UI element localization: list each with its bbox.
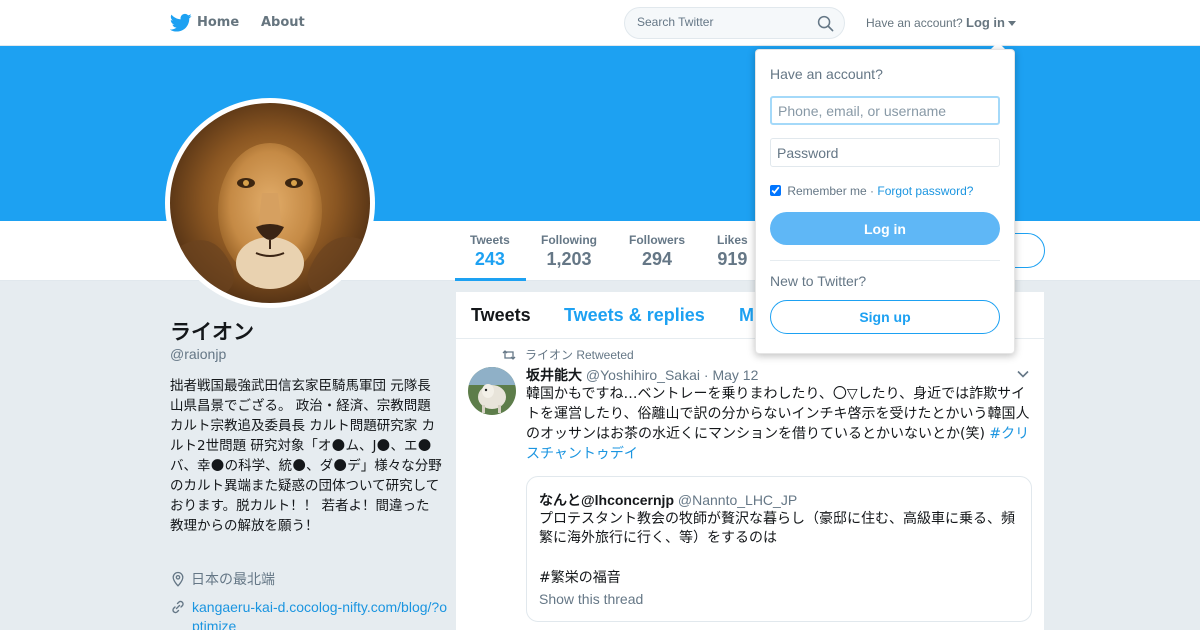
login-menu-link[interactable]: Log in — [966, 15, 1005, 30]
quote-header: なんと@lhconcernjp @Nannto_LHC_JP — [539, 490, 797, 510]
new-to-twitter-text: New to Twitter? — [770, 273, 867, 289]
tweet-date[interactable]: · May 12 — [704, 367, 758, 383]
retweet-context[interactable]: ライオン Retweeted — [502, 346, 634, 363]
signup-button[interactable]: Sign up — [770, 300, 1000, 334]
stat-value: 243 — [474, 249, 505, 269]
nav-home-link[interactable]: Home — [197, 15, 239, 30]
profile-name[interactable]: ライオン — [170, 316, 254, 346]
twitter-bird-icon[interactable] — [170, 13, 192, 33]
search-input[interactable] — [637, 15, 807, 29]
tweet-header: 坂井能大 @Yoshihiro_Sakai · May 12 — [526, 365, 758, 385]
divider — [770, 260, 1000, 261]
nav-about-link[interactable]: About — [261, 15, 305, 30]
profile-avatar[interactable] — [165, 98, 375, 308]
search-box[interactable] — [624, 7, 845, 39]
stat-likes[interactable]: Likes 919 — [717, 233, 748, 270]
stat-label: Tweets — [470, 233, 510, 247]
tweet-body: 韓国かもですね…ベントレーを乗りまわしたり、〇▽したり、身近では詐欺サイトを運営… — [526, 386, 1030, 442]
tweet-author-avatar[interactable] — [468, 367, 516, 415]
quoted-tweet[interactable]: なんと@lhconcernjp @Nannto_LHC_JP プロテスタント教会… — [526, 476, 1032, 622]
password-field[interactable] — [770, 138, 1000, 167]
location-pin-icon — [172, 571, 184, 587]
remember-label[interactable]: Remember me — [787, 184, 866, 198]
tweet-text: 韓国かもですね…ベントレーを乗りまわしたり、〇▽したり、身近では詐欺サイトを運営… — [526, 384, 1031, 464]
remember-checkbox[interactable] — [770, 185, 781, 196]
forgot-password-link[interactable]: Forgot password? — [877, 184, 973, 198]
stat-label: Followers — [629, 233, 686, 247]
retweet-by-text: ライオン Retweeted — [525, 348, 634, 362]
separator-dot: · — [870, 184, 875, 198]
stat-tweets[interactable]: Tweets 243 — [470, 233, 510, 270]
stat-value: 919 — [717, 249, 748, 269]
tab-tweets[interactable]: Tweets — [471, 305, 531, 326]
show-thread-link[interactable]: Show this thread — [539, 591, 643, 607]
profile-location: 日本の最北端 — [170, 569, 275, 589]
link-icon — [172, 600, 184, 614]
quote-author-name: なんと@lhconcernjp — [539, 492, 674, 508]
location-text: 日本の最北端 — [191, 572, 275, 588]
tweet-author-handle[interactable]: @Yoshihiro_Sakai — [586, 367, 700, 383]
quote-text: プロテスタント教会の牧師が贅沢な暮らし（豪邸に住む、高級車に乗る、頻繁に海外旅行… — [539, 511, 1015, 546]
dropdown-title: Have an account? — [770, 66, 883, 82]
retweet-icon — [502, 350, 516, 360]
stat-value: 294 — [641, 249, 673, 269]
stat-value: 1,203 — [546, 249, 592, 269]
tab-media[interactable]: M — [739, 305, 754, 326]
active-stat-underline — [455, 278, 526, 281]
tweet-author-name[interactable]: 坂井能大 — [526, 367, 582, 383]
stat-label: Following — [541, 233, 597, 247]
profile-bio: 拙者戦国最強武田信玄家臣騎馬軍団 元隊長山県昌景でござる。 政治・経済、宗教問題… — [170, 378, 442, 534]
profile-handle[interactable]: @raionjp — [170, 346, 226, 362]
login-dropdown: Have an account? Remember me · Forgot pa… — [755, 49, 1015, 354]
quote-author-handle: @Nannto_LHC_JP — [677, 492, 798, 508]
login-button[interactable]: Log in — [770, 212, 1000, 245]
stat-following[interactable]: Following 1,203 — [541, 233, 597, 270]
tab-tweets-replies[interactable]: Tweets & replies — [564, 305, 705, 326]
url-link[interactable]: kangaeru-kai-d.cocolog-nifty.com/blog/?o… — [192, 598, 452, 630]
have-account-text: Have an account? — [866, 16, 963, 30]
stat-label: Likes — [717, 233, 748, 247]
caret-down-icon[interactable] — [1008, 21, 1016, 26]
lion-avatar-image — [170, 103, 370, 303]
remember-row: Remember me · Forgot password? — [770, 184, 973, 198]
search-icon[interactable] — [817, 15, 834, 32]
top-navigation: Home About Have an account? Log in — [0, 0, 1200, 46]
chevron-down-icon[interactable] — [1017, 370, 1029, 378]
quote-hashtag: #繁栄の福音 — [539, 570, 621, 586]
username-field[interactable] — [770, 96, 1000, 125]
stat-followers[interactable]: Followers 294 — [629, 233, 685, 270]
